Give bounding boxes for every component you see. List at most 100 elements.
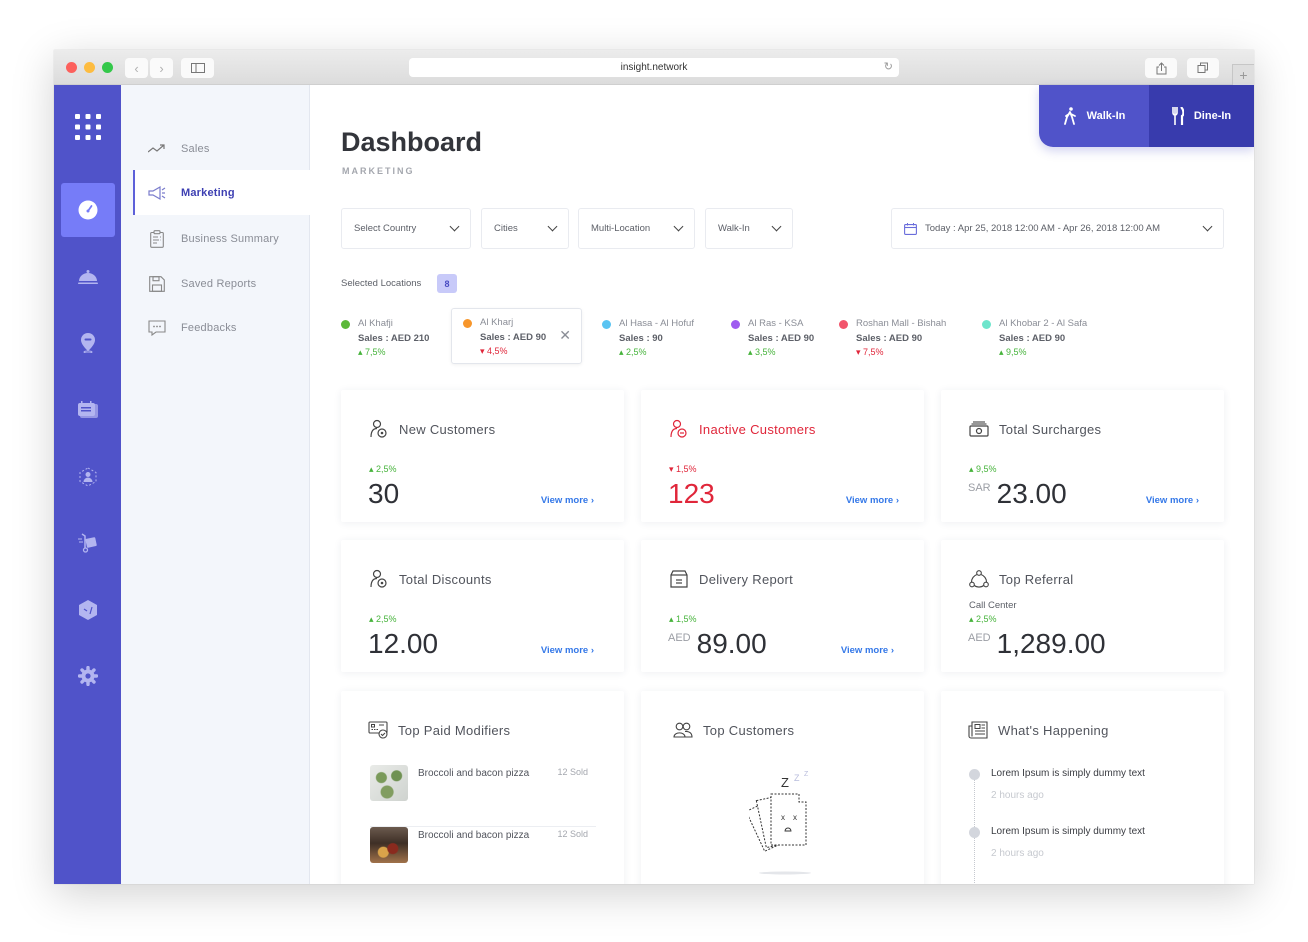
card-total-discounts: Total Discounts ▴ 2,5% 12.00 View more ›	[341, 540, 624, 672]
location-change: ▾ 7,5%	[856, 347, 884, 357]
nav-item-sales[interactable]: Sales	[133, 126, 310, 171]
rail-menu[interactable]	[61, 383, 115, 437]
link-label: View more	[540, 495, 589, 506]
currency-label: SAR	[968, 482, 991, 494]
svg-text:Z: Z	[794, 773, 800, 783]
location-chip[interactable]: Al Khobar 2 - Al Safa Sales : AED 90 ▴ 9…	[982, 310, 1102, 364]
url-text: insight.network	[620, 62, 688, 73]
chevron-right-icon: ›	[590, 645, 594, 656]
remove-location-icon[interactable]: ✕	[559, 327, 571, 344]
svg-text:Z: Z	[804, 771, 809, 778]
address-bar[interactable]: insight.network ↻	[409, 58, 899, 77]
browser-window: ‹ › insight.network ↻ + Sales Marketing …	[54, 50, 1254, 884]
value-amount: 12.00	[368, 628, 439, 659]
timeline-time: 2 hours ago	[991, 790, 1044, 801]
change-value: 9,5%	[976, 464, 997, 474]
referral-network-icon	[968, 568, 990, 590]
empty-state-illustration: Z Z Z x x	[749, 771, 811, 875]
view-more-link[interactable]: View more ›	[541, 495, 594, 506]
cities-select[interactable]: Cities	[481, 208, 569, 249]
location-name: Al Khobar 2 - Al Safa	[999, 318, 1088, 329]
rail-delivery[interactable]	[61, 516, 115, 570]
modifier-row[interactable]: Broccoli and bacon pizza 12 Sold	[370, 765, 596, 827]
card-change: ▴ 1,5%	[669, 614, 697, 624]
change-value: 1,5%	[676, 614, 697, 624]
maximize-window-button[interactable]	[102, 62, 113, 73]
user-add-icon	[368, 568, 390, 590]
close-window-button[interactable]	[66, 62, 77, 73]
icon-rail	[54, 85, 121, 884]
nav-item-business-summary[interactable]: Business Summary	[133, 216, 310, 261]
date-range-picker[interactable]: Today : Apr 25, 2018 12:00 AM - Apr 26, …	[891, 208, 1224, 249]
tab-walk-in[interactable]: Walk-In	[1039, 85, 1149, 147]
view-more-link[interactable]: View more ›	[846, 495, 899, 506]
location-chip[interactable]: Roshan Mall - Bishah Sales : AED 90 ▾ 7,…	[839, 310, 964, 364]
location-chip[interactable]: Al Khafji Sales : AED 210 ▴ 7,5%	[341, 310, 446, 364]
rail-customers[interactable]	[61, 450, 115, 504]
select-value: Select Country	[354, 223, 417, 234]
tab-dine-in[interactable]: Dine-In	[1149, 85, 1254, 147]
location-chip-selected[interactable]: Al Kharj Sales : AED 90 ▾ 4,5% ✕	[451, 308, 582, 364]
cloche-icon	[78, 270, 98, 284]
select-value: Cities	[494, 223, 518, 234]
calendar-icon	[904, 222, 917, 235]
multi-location-select[interactable]: Multi-Location	[578, 208, 695, 249]
view-more-link[interactable]: View more ›	[1146, 495, 1199, 506]
location-color-dot	[602, 320, 611, 329]
card-whats-happening: What's Happening Lorem Ipsum is simply d…	[941, 691, 1224, 884]
menu-card-icon	[78, 401, 98, 418]
view-more-link[interactable]: View more ›	[541, 645, 594, 656]
reload-icon[interactable]: ↻	[884, 60, 893, 73]
rail-settings[interactable]	[61, 649, 115, 703]
minimize-window-button[interactable]	[84, 62, 95, 73]
nav-item-saved-reports[interactable]: Saved Reports	[133, 261, 310, 306]
timeline-text: Lorem Ipsum is simply dummy text	[991, 768, 1145, 779]
rail-inventory[interactable]	[61, 583, 115, 637]
forward-button[interactable]: ›	[150, 58, 173, 78]
share-button[interactable]	[1145, 58, 1177, 78]
nav-item-marketing[interactable]: Marketing	[133, 170, 310, 215]
chevron-down-icon	[673, 221, 684, 232]
chevron-left-icon: ‹	[134, 60, 139, 76]
card-title: Top Paid Modifiers	[398, 722, 511, 738]
service-type-tabs: Walk-In Dine-In	[1039, 85, 1254, 147]
nav-item-label: Saved Reports	[181, 277, 257, 290]
card-change: ▾ 1,5%	[669, 464, 697, 474]
card-title: New Customers	[399, 421, 496, 437]
location-change: ▴ 7,5%	[358, 347, 386, 357]
delivery-cart-icon	[78, 533, 97, 553]
rail-locations[interactable]	[61, 316, 115, 370]
tabs-overview-button[interactable]	[1187, 58, 1219, 78]
nav-item-feedbacks[interactable]: Feedbacks	[133, 305, 310, 350]
share-icon	[1156, 61, 1166, 74]
sidebar-toggle-button[interactable]	[181, 58, 214, 78]
card-change: ▴ 9,5%	[969, 464, 997, 474]
modifier-row[interactable]: Broccoli and bacon pizza 12 Sold	[370, 827, 596, 884]
back-button[interactable]: ‹	[125, 58, 148, 78]
country-select[interactable]: Select Country	[341, 208, 471, 249]
location-change: ▴ 2,5%	[619, 347, 647, 357]
location-chip[interactable]: Al Ras - KSA Sales : AED 90 ▴ 3,5%	[731, 310, 831, 364]
card-top-referral: Top Referral Call Center ▴ 2,5% AED 1,289…	[941, 540, 1224, 672]
nav-item-label: Marketing	[181, 186, 235, 199]
rail-orders[interactable]	[61, 250, 115, 304]
sidebar-icon	[190, 63, 205, 73]
location-color-dot	[731, 320, 740, 329]
cash-icon	[968, 418, 990, 440]
card-value: 123	[668, 478, 715, 510]
chevron-down-icon	[1202, 221, 1213, 232]
change-value: 2,5%	[376, 614, 397, 624]
service-type-select[interactable]: Walk-In	[705, 208, 793, 249]
new-tab-button[interactable]: +	[1232, 64, 1254, 85]
card-change: ▴ 2,5%	[369, 614, 397, 624]
browser-titlebar: ‹ › insight.network ↻ +	[54, 50, 1254, 85]
card-value: SAR 23.00	[968, 478, 1067, 510]
rail-dashboard[interactable]	[61, 183, 115, 237]
location-name: Al Ras - KSA	[748, 318, 804, 329]
rail-apps[interactable]	[61, 100, 115, 154]
view-more-link[interactable]: View more ›	[841, 645, 894, 656]
value-amount: 30	[368, 478, 400, 509]
location-chip[interactable]: Al Hasa - Al Hofuf Sales : 90 ▴ 2,5%	[602, 310, 722, 364]
card-title: Inactive Customers	[699, 421, 816, 437]
card-check-icon	[367, 719, 389, 741]
